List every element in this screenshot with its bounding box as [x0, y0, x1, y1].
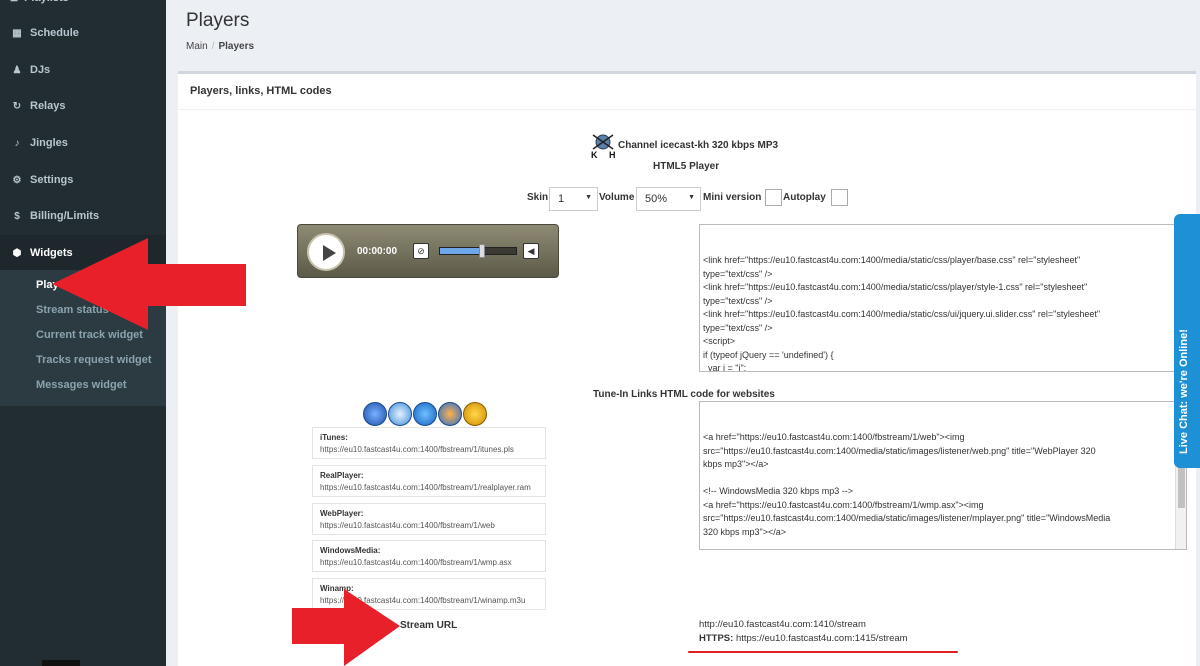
skin-select[interactable]: 1 ▼ [549, 187, 598, 211]
svg-text:H: H [609, 150, 616, 159]
user-icon: ♟ [12, 64, 22, 76]
stream-url-label: Stream URL [400, 620, 458, 631]
sidebar-item-djs[interactable]: ♟ DJs [0, 52, 166, 88]
volume-slider-knob[interactable] [478, 244, 485, 258]
gears-icon: ⚙ [12, 174, 22, 186]
submenu-item-messages[interactable]: Messages widget [36, 379, 126, 391]
live-chat-tab[interactable]: Live Chat: we're Online! [1174, 214, 1200, 468]
link-realplayer[interactable]: RealPlayer: https://eu10.fastcast4u.com:1… [312, 465, 546, 497]
breadcrumb-main[interactable]: Main [186, 41, 208, 52]
volume-max-icon[interactable]: ◀ [523, 243, 539, 259]
submenu-item-current-track[interactable]: Current track widget [36, 329, 143, 341]
autoplay-label: Autoplay [783, 192, 826, 203]
html5-player-preview: 00:00:00 ⊘ ◀ [297, 224, 559, 278]
sidebar-item-playlists-partial[interactable]: ☰Playlists [10, 0, 150, 4]
caret-down-icon: ▼ [585, 194, 592, 201]
svg-text:K: K [591, 150, 598, 159]
sidebar-item-jingles[interactable]: ♪ Jingles [0, 125, 166, 161]
tunein-heading: Tune-In Links HTML code for websites [593, 389, 775, 400]
breadcrumb-separator: / [211, 41, 215, 52]
content-header: Players Main / Players [166, 0, 1200, 70]
volume-select[interactable]: 50% ▼ [636, 187, 701, 211]
stream-https-row: HTTPS: https://eu10.fastcast4u.com:1415/… [699, 633, 908, 644]
player-type-label: HTML5 Player [653, 161, 720, 172]
dollar-icon: $ [14, 210, 20, 222]
https-underline-annotation [688, 651, 958, 653]
bell-icon: ♪ [14, 137, 20, 149]
tunein-icons [363, 402, 487, 428]
link-itunes[interactable]: iTunes: https://eu10.fastcast4u.com:1400/… [312, 427, 546, 459]
link-windowsmedia[interactable]: WindowsMedia: https://eu10.fastcast4u.com… [312, 540, 546, 572]
volume-slider-fill [440, 248, 482, 254]
windowsmedia-icon[interactable] [438, 402, 462, 426]
sidebar-item-settings[interactable]: ⚙ Settings [0, 162, 166, 198]
page-title: Players [186, 10, 250, 31]
stream-https-label: HTTPS: [699, 633, 734, 644]
autoplay-checkbox[interactable] [831, 189, 848, 206]
refresh-icon: ↻ [12, 100, 22, 112]
itunes-icon[interactable] [363, 402, 387, 426]
caret-down-icon: ▼ [688, 194, 695, 201]
realplayer-icon[interactable] [388, 402, 412, 426]
submenu-item-tracks-request[interactable]: Tracks request widget [36, 354, 152, 366]
channel-logo-icon: K H [590, 131, 618, 160]
sidebar-item-billing[interactable]: $ Billing/Limits [0, 198, 166, 234]
annotation-arrow-stream-url [292, 589, 400, 666]
sidebar-item-schedule[interactable]: ▦ Schedule [0, 15, 166, 51]
skin-label: Skin [527, 192, 549, 203]
play-icon[interactable] [307, 233, 345, 271]
mute-icon[interactable]: ⊘ [413, 243, 429, 259]
webplayer-icon[interactable] [413, 402, 437, 426]
box-title: Players, links, HTML codes [178, 74, 1196, 110]
mini-version-label: Mini version [703, 192, 762, 203]
volume-label: Volume [599, 192, 635, 203]
volume-slider[interactable] [439, 244, 517, 258]
annotation-arrow-players [52, 238, 246, 330]
sidebar-item-relays[interactable]: ↻ Relays [0, 88, 166, 124]
sidebar: ☰Playlists ▦Schedule ♟DJs ↻Relays ♪Jingl… [0, 0, 166, 666]
link-webplayer[interactable]: WebPlayer: https://eu10.fastcast4u.com:14… [312, 503, 546, 535]
bottom-element-partial [42, 660, 80, 666]
breadcrumb: Main / Players [186, 41, 254, 52]
winamp-icon[interactable] [463, 402, 487, 426]
stream-http-url[interactable]: http://eu10.fastcast4u.com:1410/stream [699, 619, 866, 630]
player-html-code[interactable]: <link href="https://eu10.fastcast4u.com:… [699, 224, 1187, 372]
breadcrumb-current: Players [218, 41, 255, 52]
channel-title: Channel icecast-kh 320 kbps MP3 [618, 140, 779, 151]
calendar-icon: ▦ [12, 27, 22, 39]
stream-https-url[interactable]: https://eu10.fastcast4u.com:1415/stream [736, 633, 908, 644]
player-time: 00:00:00 [357, 246, 398, 257]
tunein-html-code[interactable]: <a href="https://eu10.fastcast4u.com:140… [699, 401, 1187, 550]
widgets-icon: ⬢ [12, 247, 22, 259]
mini-version-checkbox[interactable] [765, 189, 782, 206]
